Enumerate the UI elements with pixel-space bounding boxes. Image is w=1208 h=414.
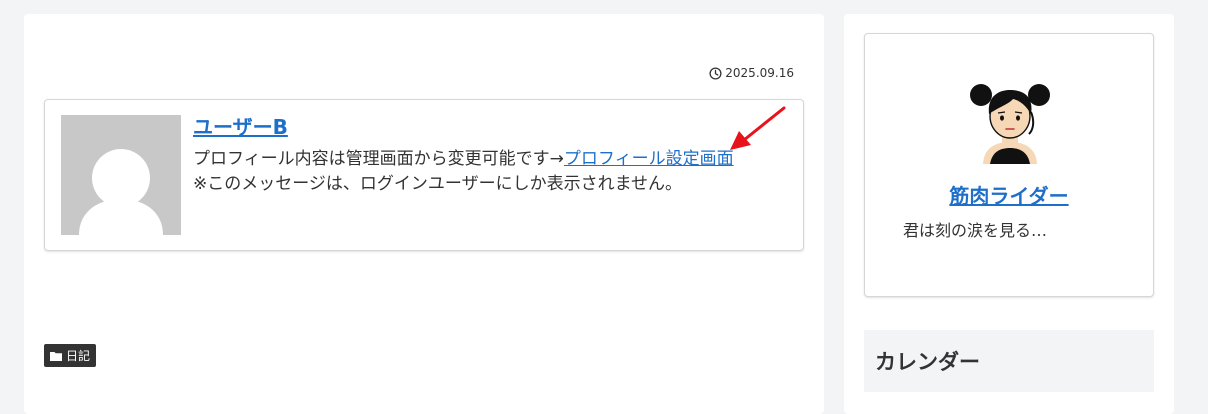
profile-description: 君は刻の涙を見る…	[903, 221, 1048, 240]
sidebar: 筋肉ライダー 君は刻の涙を見る… カレンダー	[844, 14, 1174, 414]
post-date: 2025.09.16	[709, 66, 794, 80]
girl-avatar-icon	[970, 84, 1050, 164]
profile-widget: 筋肉ライダー 君は刻の涙を見る…	[864, 33, 1154, 297]
default-avatar	[61, 115, 181, 235]
login-only-notice: ※このメッセージは、ログインユーザーにしか表示されません。	[193, 174, 683, 194]
profile-settings-link[interactable]: プロフィール設定画面	[564, 149, 734, 169]
calendar-widget-title: カレンダー	[864, 330, 1154, 392]
profile-name-link[interactable]: 筋肉ライダー	[865, 180, 1153, 209]
author-name-link[interactable]: ユーザーB	[193, 111, 288, 140]
main-content-card: 2025.09.16 ユーザーB プロフィール内容は管理画面から変更可能です→プ…	[24, 14, 824, 414]
red-arrow-annotation-icon	[730, 106, 786, 150]
category-tag[interactable]: 日記	[44, 344, 97, 367]
folder-icon	[50, 351, 62, 361]
category-label: 日記	[66, 349, 91, 363]
author-description-text: プロフィール内容は管理画面から変更可能です→	[193, 149, 564, 169]
post-date-text: 2025.09.16	[725, 66, 794, 80]
clock-icon	[709, 66, 722, 80]
author-description: プロフィール内容は管理画面から変更可能です→プロフィール設定画面 ※このメッセー…	[193, 147, 793, 197]
person-silhouette-icon	[61, 115, 181, 235]
author-box: ユーザーB プロフィール内容は管理画面から変更可能です→プロフィール設定画面 ※…	[44, 99, 804, 251]
